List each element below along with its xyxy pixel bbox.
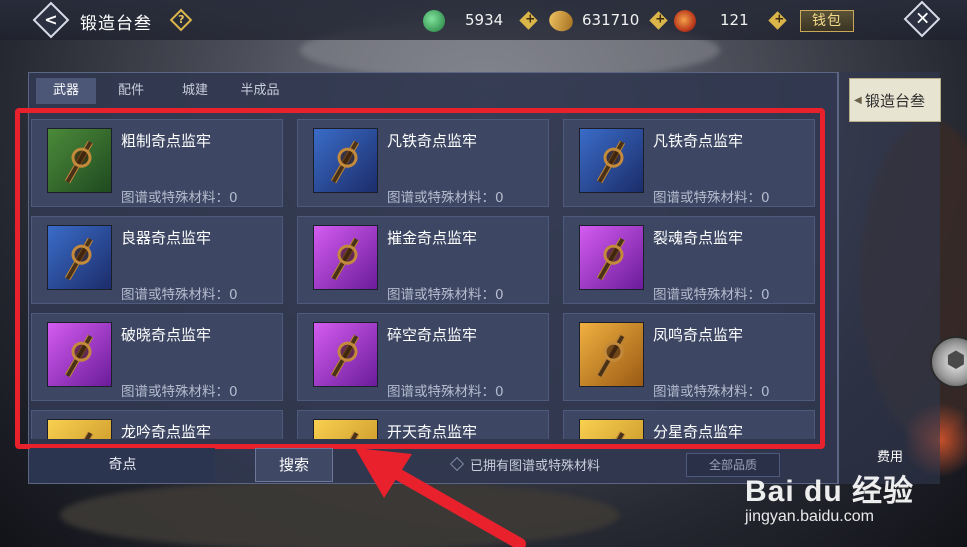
item-thumbnail bbox=[47, 419, 112, 439]
back-button[interactable]: < bbox=[32, 1, 70, 39]
category-label[interactable]: 奇点 bbox=[30, 448, 215, 482]
item-name: 摧金奇点监牢 bbox=[387, 229, 478, 247]
item-card[interactable]: 破晓奇点监牢 图谱或特殊材料：0 bbox=[31, 313, 283, 401]
page-title: 锻造台叁 bbox=[80, 14, 152, 34]
item-card[interactable]: 凡铁奇点监牢 图谱或特殊材料：0 bbox=[563, 119, 815, 207]
wallet-button[interactable]: 钱包 bbox=[800, 10, 854, 32]
item-card[interactable]: 良器奇点监牢 图谱或特殊材料：0 bbox=[31, 216, 283, 304]
item-material-count: 图谱或特殊材料：0 bbox=[653, 190, 770, 206]
item-name: 碎空奇点监牢 bbox=[387, 326, 478, 344]
side-tab-forge[interactable]: ◀ 锻造台叁 bbox=[849, 78, 941, 122]
item-name: 龙吟奇点监牢 bbox=[121, 423, 212, 439]
item-material-count: 图谱或特殊材料：0 bbox=[387, 287, 504, 303]
add-flame-button[interactable]: + bbox=[768, 11, 787, 30]
close-icon: ✕ bbox=[915, 8, 931, 30]
add-jade-button[interactable]: + bbox=[519, 11, 538, 30]
item-card[interactable]: 粗制奇点监牢 图谱或特殊材料：0 bbox=[31, 119, 283, 207]
item-card[interactable]: 碎空奇点监牢 图谱或特殊材料：0 bbox=[297, 313, 549, 401]
item-thumbnail bbox=[579, 322, 644, 387]
item-name: 破晓奇点监牢 bbox=[121, 326, 212, 344]
help-button[interactable]: ? bbox=[169, 8, 193, 32]
item-thumbnail bbox=[579, 128, 644, 193]
cage-item-icon bbox=[589, 330, 633, 382]
side-tab-label: 锻造台叁 bbox=[864, 92, 925, 110]
item-thumbnail bbox=[313, 322, 378, 387]
plus-icon: + bbox=[525, 11, 536, 26]
item-card[interactable]: 龙吟奇点监牢 bbox=[31, 410, 283, 439]
side-panel bbox=[838, 72, 940, 484]
item-name: 良器奇点监牢 bbox=[121, 229, 212, 247]
jade-icon bbox=[423, 10, 445, 32]
question-icon: ? bbox=[178, 13, 185, 27]
item-name: 凡铁奇点监牢 bbox=[653, 132, 744, 150]
cage-item-icon bbox=[589, 136, 633, 188]
item-grid: 粗制奇点监牢 图谱或特殊材料：0 凡铁奇点监牢 图谱或特殊材料：0 凡铁奇点监牢… bbox=[29, 117, 825, 439]
tab-semi-finished[interactable]: 半成品 bbox=[227, 78, 293, 104]
tab-city-building[interactable]: 城建 bbox=[165, 78, 225, 104]
item-card[interactable]: 裂魂奇点监牢 图谱或特殊材料：0 bbox=[563, 216, 815, 304]
item-card[interactable]: 凤鸣奇点监牢 图谱或特殊材料：0 bbox=[563, 313, 815, 401]
top-bar: < 锻造台叁 ? 5934 + 631710 + 121 + 钱包 ✕ bbox=[0, 0, 967, 40]
item-card[interactable]: 开天奇点监牢 bbox=[297, 410, 549, 439]
item-thumbnail bbox=[579, 419, 644, 439]
item-material-count: 图谱或特殊材料：0 bbox=[387, 190, 504, 206]
gold-count: 631710 bbox=[582, 11, 640, 29]
item-name: 分星奇点监牢 bbox=[653, 423, 744, 439]
cage-item-icon bbox=[57, 427, 101, 439]
item-material-count: 图谱或特殊材料：0 bbox=[121, 384, 238, 400]
baidu-watermark-logo: Bai du 经验 bbox=[745, 475, 915, 508]
jade-count: 5934 bbox=[465, 11, 504, 29]
item-material-count: 图谱或特殊材料：0 bbox=[121, 287, 238, 303]
triangle-left-icon: ◀ bbox=[854, 95, 862, 106]
back-arrow-icon: < bbox=[44, 10, 58, 29]
item-thumbnail bbox=[47, 322, 112, 387]
baidu-watermark-url: jingyan.baidu.com bbox=[745, 508, 874, 525]
cage-item-icon bbox=[323, 427, 367, 439]
cage-item-icon bbox=[323, 233, 367, 285]
item-name: 开天奇点监牢 bbox=[387, 423, 478, 439]
item-card[interactable]: 分星奇点监牢 bbox=[563, 410, 815, 439]
item-thumbnail bbox=[313, 225, 378, 290]
cage-item-icon bbox=[57, 330, 101, 382]
plus-icon: + bbox=[774, 11, 785, 26]
annotation-arrow bbox=[355, 448, 526, 547]
flame-icon bbox=[674, 10, 696, 32]
search-button[interactable]: 搜索 bbox=[255, 448, 333, 482]
item-material-count: 图谱或特殊材料：0 bbox=[653, 287, 770, 303]
tab-weapons[interactable]: 武器 bbox=[36, 78, 96, 104]
hexagon-icon: ⬢ bbox=[946, 348, 966, 373]
item-material-count: 图谱或特殊材料：0 bbox=[387, 384, 504, 400]
item-thumbnail bbox=[579, 225, 644, 290]
forge-panel: 武器 配件 城建 半成品 粗制奇点监牢 图谱或特殊材料：0 凡铁奇点监牢 图谱或… bbox=[28, 72, 838, 484]
cage-item-icon bbox=[57, 136, 101, 188]
cost-label: 费用 bbox=[877, 450, 904, 465]
item-material-count: 图谱或特殊材料：0 bbox=[653, 384, 770, 400]
flame-count: 121 bbox=[720, 11, 749, 29]
item-name: 凤鸣奇点监牢 bbox=[653, 326, 744, 344]
cage-item-icon bbox=[589, 427, 633, 439]
tab-accessories[interactable]: 配件 bbox=[101, 78, 161, 104]
plus-icon: + bbox=[655, 11, 666, 26]
item-name: 裂魂奇点监牢 bbox=[653, 229, 744, 247]
category-tabs: 武器 配件 城建 半成品 bbox=[29, 73, 839, 105]
cage-item-icon bbox=[589, 233, 633, 285]
item-thumbnail bbox=[313, 128, 378, 193]
close-button[interactable]: ✕ bbox=[903, 0, 941, 38]
gold-icon bbox=[545, 5, 577, 37]
add-gold-button[interactable]: + bbox=[649, 11, 668, 30]
item-name: 粗制奇点监牢 bbox=[121, 132, 212, 150]
item-name: 凡铁奇点监牢 bbox=[387, 132, 478, 150]
item-card[interactable]: 摧金奇点监牢 图谱或特殊材料：0 bbox=[297, 216, 549, 304]
cage-item-icon bbox=[323, 330, 367, 382]
item-material-count: 图谱或特殊材料：0 bbox=[121, 190, 238, 206]
item-card[interactable]: 凡铁奇点监牢 图谱或特殊材料：0 bbox=[297, 119, 549, 207]
item-thumbnail bbox=[313, 419, 378, 439]
item-thumbnail bbox=[47, 128, 112, 193]
item-thumbnail bbox=[47, 225, 112, 290]
cage-item-icon bbox=[323, 136, 367, 188]
cage-item-icon bbox=[57, 233, 101, 285]
